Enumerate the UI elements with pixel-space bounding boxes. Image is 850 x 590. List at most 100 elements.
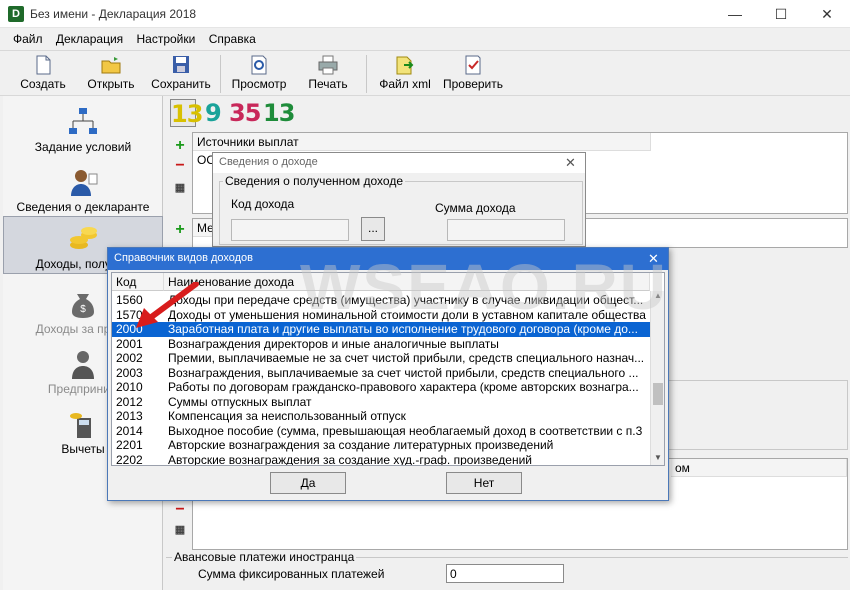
tab-13-percent[interactable]: 13 (170, 99, 203, 128)
nav-declarant-label: Сведения о декларанте (16, 200, 150, 214)
income-code-cell: 2003 (116, 365, 143, 380)
income-name-cell: Работы по договорам гражданско-правового… (168, 380, 639, 394)
preview-icon (251, 55, 267, 75)
no-button[interactable]: Нет (446, 472, 522, 494)
xml-file-button[interactable]: Файл xml (374, 53, 436, 95)
income-code-row[interactable]: 2002 Премии, выплачиваемые не за счет чис… (112, 351, 650, 366)
column-name-header[interactable]: Наименование дохода (164, 273, 650, 291)
add-source-button[interactable]: + (172, 138, 188, 154)
menu-declaration[interactable]: Декларация (51, 30, 128, 48)
nav-deductions-label: Вычеты (61, 442, 105, 456)
income-name-cell: Доходы от уменьшения номинальной стоимос… (168, 307, 646, 322)
income-code-cell: 2002 (116, 351, 143, 365)
tab-9-percent[interactable]: 9 (205, 99, 222, 127)
open-folder-icon (101, 57, 121, 74)
svg-text:$: $ (80, 304, 86, 315)
window-title: Без имени - Декларация 2018 (30, 7, 197, 21)
toolbar-separator (220, 55, 221, 93)
income-code-row[interactable]: 1570 Доходы от уменьшения номинальной сто… (112, 308, 650, 323)
income-dialog-close-icon[interactable]: ✕ (565, 155, 576, 171)
structure-icon (69, 108, 97, 134)
close-window-button[interactable]: ✕ (804, 0, 850, 28)
scroll-thumb[interactable] (653, 383, 663, 405)
grid-scrollbar[interactable]: ▲ ▼ (650, 291, 664, 465)
menu-file[interactable]: Файл (8, 30, 48, 48)
open-label: Открыть (87, 77, 135, 91)
advance-group: Авансовые платежи иностранца Сумма фикси… (166, 550, 848, 590)
title-bar: D Без имени - Декларация 2018 — ☐ ✕ (0, 0, 850, 28)
column-code-header[interactable]: Код (112, 273, 164, 291)
income-code-cell: 2202 (116, 452, 143, 466)
income-codes-close-icon[interactable]: ✕ (648, 251, 659, 267)
preview-button[interactable]: Просмотр (228, 53, 290, 95)
tab-13-percent-nonresident[interactable]: 13 (263, 99, 295, 127)
fixed-payments-label: Сумма фиксированных платежей (198, 567, 385, 581)
income-code-row[interactable]: 2014 Выходное пособие (сумма, превышающая… (112, 424, 650, 439)
yes-button[interactable]: Да (270, 472, 346, 494)
income-dialog: Сведения о доходе ✕ Сведения о полученно… (212, 152, 586, 247)
deduction-properties-button[interactable]: ▦ (172, 522, 188, 538)
income-code-row[interactable]: 2012 Суммы отпускных выплат (112, 395, 650, 410)
income-code-label: Код дохода (231, 197, 295, 211)
income-code-row[interactable]: 2010 Работы по договорам гражданско-право… (112, 380, 650, 395)
scroll-up-icon[interactable]: ▲ (652, 291, 664, 301)
rate-tabs: 13 9 35 13 (167, 97, 847, 129)
save-button[interactable]: Сохранить (148, 53, 214, 95)
income-codes-dialog-title: Справочник видов доходов (108, 248, 668, 270)
toolbar: Создать Открыть Сохранить Просмотр Печат… (0, 50, 850, 96)
menu-help[interactable]: Справка (204, 30, 261, 48)
add-income-button[interactable]: + (172, 222, 188, 238)
print-button[interactable]: Печать (298, 53, 358, 95)
person-icon (71, 170, 98, 196)
minimize-button[interactable]: — (712, 0, 758, 28)
print-label: Печать (308, 77, 348, 91)
deductions-header: ом (671, 459, 847, 477)
income-name-cell: Заработная плата и другие выплаты во исп… (168, 322, 638, 336)
income-sum-input[interactable] (447, 219, 565, 241)
check-button[interactable]: Проверить (440, 53, 506, 95)
income-code-row[interactable]: 1560 Доходы при передаче средств (имущест… (112, 293, 650, 308)
tab-35-percent[interactable]: 35 (229, 99, 261, 127)
income-name-cell: Выходное пособие (сумма, превышающая нео… (168, 423, 646, 438)
nav-conditions[interactable]: Задание условий (3, 100, 163, 160)
menu-bar: Файл Декларация Настройки Справка (0, 30, 850, 50)
menu-settings[interactable]: Настройки (132, 30, 201, 48)
income-name-cell: Авторские вознаграждения за создание худ… (168, 452, 533, 466)
floppy-disk-icon (173, 56, 189, 73)
income-code-cell: 2201 (116, 438, 143, 452)
income-code-row[interactable]: 2202 Авторские вознаграждения за создание… (112, 452, 650, 466)
xml-export-icon (396, 56, 414, 75)
income-name-cell: Премии, выплачиваемые не за счет чистой … (168, 351, 645, 365)
scroll-down-icon[interactable]: ▼ (652, 453, 664, 463)
income-group-title: Сведения о полученном доходе (223, 174, 406, 188)
delete-source-button[interactable]: − (172, 158, 188, 174)
income-code-row[interactable]: 2201 Авторские вознаграждения за создание… (112, 438, 650, 453)
income-code-row[interactable]: 2001 Вознаграждения директоров и иные ана… (112, 337, 650, 352)
income-code-cell: 1570 (116, 307, 143, 322)
income-name-cell: Вознаграждения, выплачиваемые за счет чи… (168, 365, 639, 380)
create-button[interactable]: Создать (12, 53, 74, 95)
income-dialog-title: Сведения о доходе (213, 153, 585, 173)
income-code-input[interactable] (231, 219, 349, 241)
income-code-row[interactable]: 2013 Компенсация за неиспользованный отпу… (112, 409, 650, 424)
money-bag-icon: $ (72, 294, 94, 318)
xml-file-label: Файл xml (379, 77, 431, 91)
income-codes-dialog: Справочник видов доходов ✕ Код Наименова… (107, 247, 669, 501)
coins-icon (70, 227, 97, 249)
income-name-cell: Вознаграждения директоров и иные аналоги… (168, 336, 499, 351)
income-code-row[interactable]: 2003 Вознаграждения, выплачиваемые за сче… (112, 366, 650, 381)
income-code-cell: 2001 (116, 336, 143, 351)
delete-deduction-button[interactable]: − (172, 502, 188, 518)
browse-codes-button[interactable]: ... (361, 217, 385, 241)
nav-declarant[interactable]: Сведения о декларанте (3, 160, 163, 220)
source-properties-button[interactable]: ▦ (172, 180, 188, 196)
income-code-cell: 2012 (116, 394, 143, 409)
maximize-button[interactable]: ☐ (758, 0, 804, 28)
income-name-cell: Суммы отпускных выплат (168, 394, 312, 409)
open-button[interactable]: Открыть (80, 53, 142, 95)
calculator-icon (70, 413, 91, 438)
income-code-row[interactable]: 2000 Заработная плата и другие выплаты во… (112, 322, 650, 337)
income-codes-grid: Код Наименование дохода 1560 Доходы при п… (111, 272, 665, 466)
printer-icon (318, 55, 338, 75)
fixed-payments-input[interactable]: 0 (446, 564, 564, 583)
